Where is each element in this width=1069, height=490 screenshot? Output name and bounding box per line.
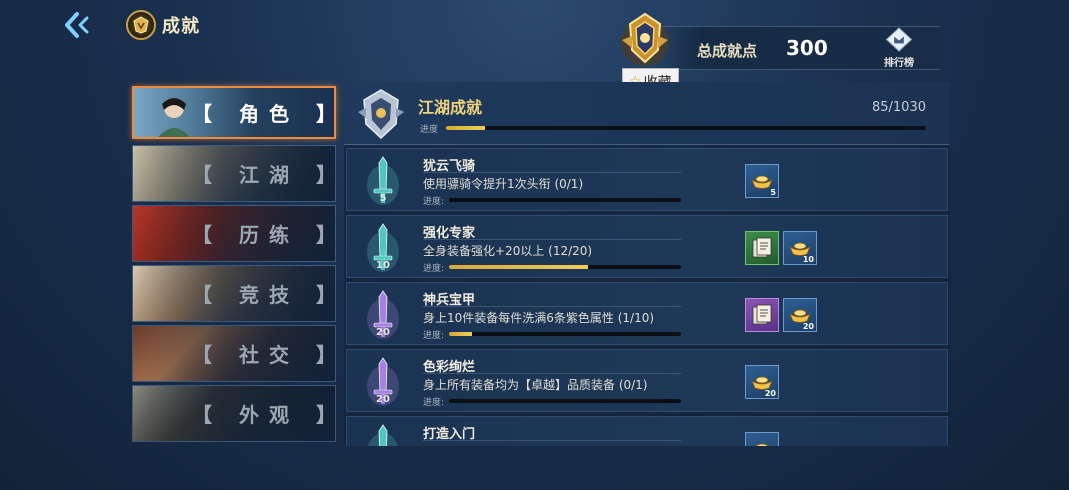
progress-label: 进度:	[423, 264, 445, 274]
tab-social[interactable]: 【 社交 】	[132, 325, 336, 382]
tab-character[interactable]: 【 角色 】	[132, 86, 336, 139]
reward-count: 20	[802, 322, 814, 331]
progress-fill	[449, 265, 589, 269]
achievement-emblem-icon	[126, 10, 156, 40]
reward-item[interactable]	[745, 432, 779, 446]
tab-label: 【 社交 】	[192, 343, 336, 367]
reward-list: 10	[745, 231, 817, 265]
achievement-row[interactable]: 打造入门	[346, 416, 948, 446]
progress-label: 进度:	[423, 398, 445, 408]
tab-label: 【 竞技 】	[192, 283, 336, 307]
tab-experience[interactable]: 【 历练 】	[132, 205, 336, 262]
achievement-panel[interactable]: 江湖成就 85/1030 进度 5 犹云飞骑 使用骠骑令提升1次头衔 (0/1) 进度…	[344, 82, 950, 446]
progress-label: 进度:	[423, 331, 445, 341]
reward-list	[745, 432, 779, 446]
achievement-row[interactable]: 5 犹云飞骑 使用骠骑令提升1次头衔 (0/1) 进度: 5	[346, 148, 948, 211]
reward-list: 5	[745, 164, 779, 198]
tab-jianghu[interactable]: 【 江湖 】	[132, 145, 336, 202]
reward-count: 20	[764, 389, 776, 398]
reward-list: 20	[745, 365, 779, 399]
reward-item[interactable]: 20	[783, 298, 817, 332]
category-count: 85/1030	[871, 100, 926, 115]
divider	[423, 172, 681, 173]
reward-count: 10	[802, 255, 814, 264]
category-progress-bar	[446, 126, 926, 130]
divider	[423, 373, 681, 374]
achievement-progress-bar	[449, 399, 681, 403]
achievement-description: 使用骠骑令提升1次头衔 (0/1)	[423, 177, 584, 191]
skill-book-icon	[752, 304, 772, 325]
reward-item[interactable]: 10	[783, 231, 817, 265]
reward-list: 20	[745, 298, 817, 332]
sword-badge-icon	[368, 424, 398, 446]
divider	[423, 306, 681, 307]
achievement-row[interactable]: 20 神兵宝甲 身上10件装备每件洗满6条紫色属性 (1/10) 进度: 20	[346, 282, 948, 345]
reward-item[interactable]: 5	[745, 164, 779, 198]
trophy-icon	[612, 10, 678, 72]
leaderboard-icon	[885, 27, 913, 52]
achievement-progress-bar	[449, 265, 681, 269]
reward-count: 5	[770, 188, 776, 197]
tab-label: 【 外观 】	[192, 403, 336, 427]
achievement-points: 5	[379, 193, 387, 204]
total-points-label: 总成就点	[697, 42, 758, 60]
reward-item[interactable]: 20	[745, 365, 779, 399]
tab-appearance[interactable]: 【 外观 】	[132, 385, 336, 442]
achievement-row[interactable]: 10 强化专家 全身装备强化+20以上 (12/20) 进度: 10	[346, 215, 948, 278]
achievement-points: 10	[376, 260, 390, 271]
category-summary: 江湖成就 85/1030 进度	[344, 82, 950, 145]
jianghu-emblem-icon	[358, 89, 404, 140]
page-header: 成就	[126, 10, 200, 40]
tab-label: 【 江湖 】	[192, 163, 336, 187]
divider	[423, 440, 681, 441]
achievement-progress-bar	[449, 332, 681, 336]
total-points-value: 300	[786, 36, 828, 60]
category-title: 江湖成就	[418, 98, 483, 117]
divider	[423, 239, 681, 240]
progress-label: 进度:	[423, 197, 445, 207]
reward-item[interactable]	[745, 298, 779, 332]
progress-fill	[446, 126, 486, 130]
achievement-row[interactable]: 20 色彩绚烂 身上所有装备均为【卓越】品质装备 (0/1) 进度: 20	[346, 349, 948, 412]
leaderboard-button[interactable]: 排行榜	[876, 27, 922, 69]
tab-label: 【 角色 】	[192, 102, 336, 126]
progress-label: 进度	[420, 125, 439, 135]
achievement-points: 20	[376, 327, 390, 338]
achievement-progress-bar	[449, 198, 681, 202]
tab-label: 【 历练 】	[192, 223, 336, 247]
achievement-description: 身上10件装备每件洗满6条紫色属性 (1/10)	[423, 311, 655, 325]
category-sidebar: 【 角色 】 【 江湖 】 【 历练 】 【 竞技 】 【 社交 】 【 外观 …	[130, 86, 338, 445]
achievement-description: 身上所有装备均为【卓越】品质装备 (0/1)	[423, 378, 648, 392]
back-button[interactable]	[60, 8, 96, 42]
reward-item[interactable]	[745, 231, 779, 265]
leaderboard-label: 排行榜	[884, 58, 914, 69]
achievement-points: 20	[376, 394, 390, 405]
skill-book-icon	[752, 237, 772, 258]
back-arrow-icon	[65, 12, 89, 38]
progress-fill	[449, 332, 473, 336]
page-title: 成就	[162, 16, 200, 37]
gold-ingot-icon	[755, 443, 769, 446]
achievement-description: 全身装备强化+20以上 (12/20)	[423, 244, 593, 258]
tab-competition[interactable]: 【 竞技 】	[132, 265, 336, 322]
